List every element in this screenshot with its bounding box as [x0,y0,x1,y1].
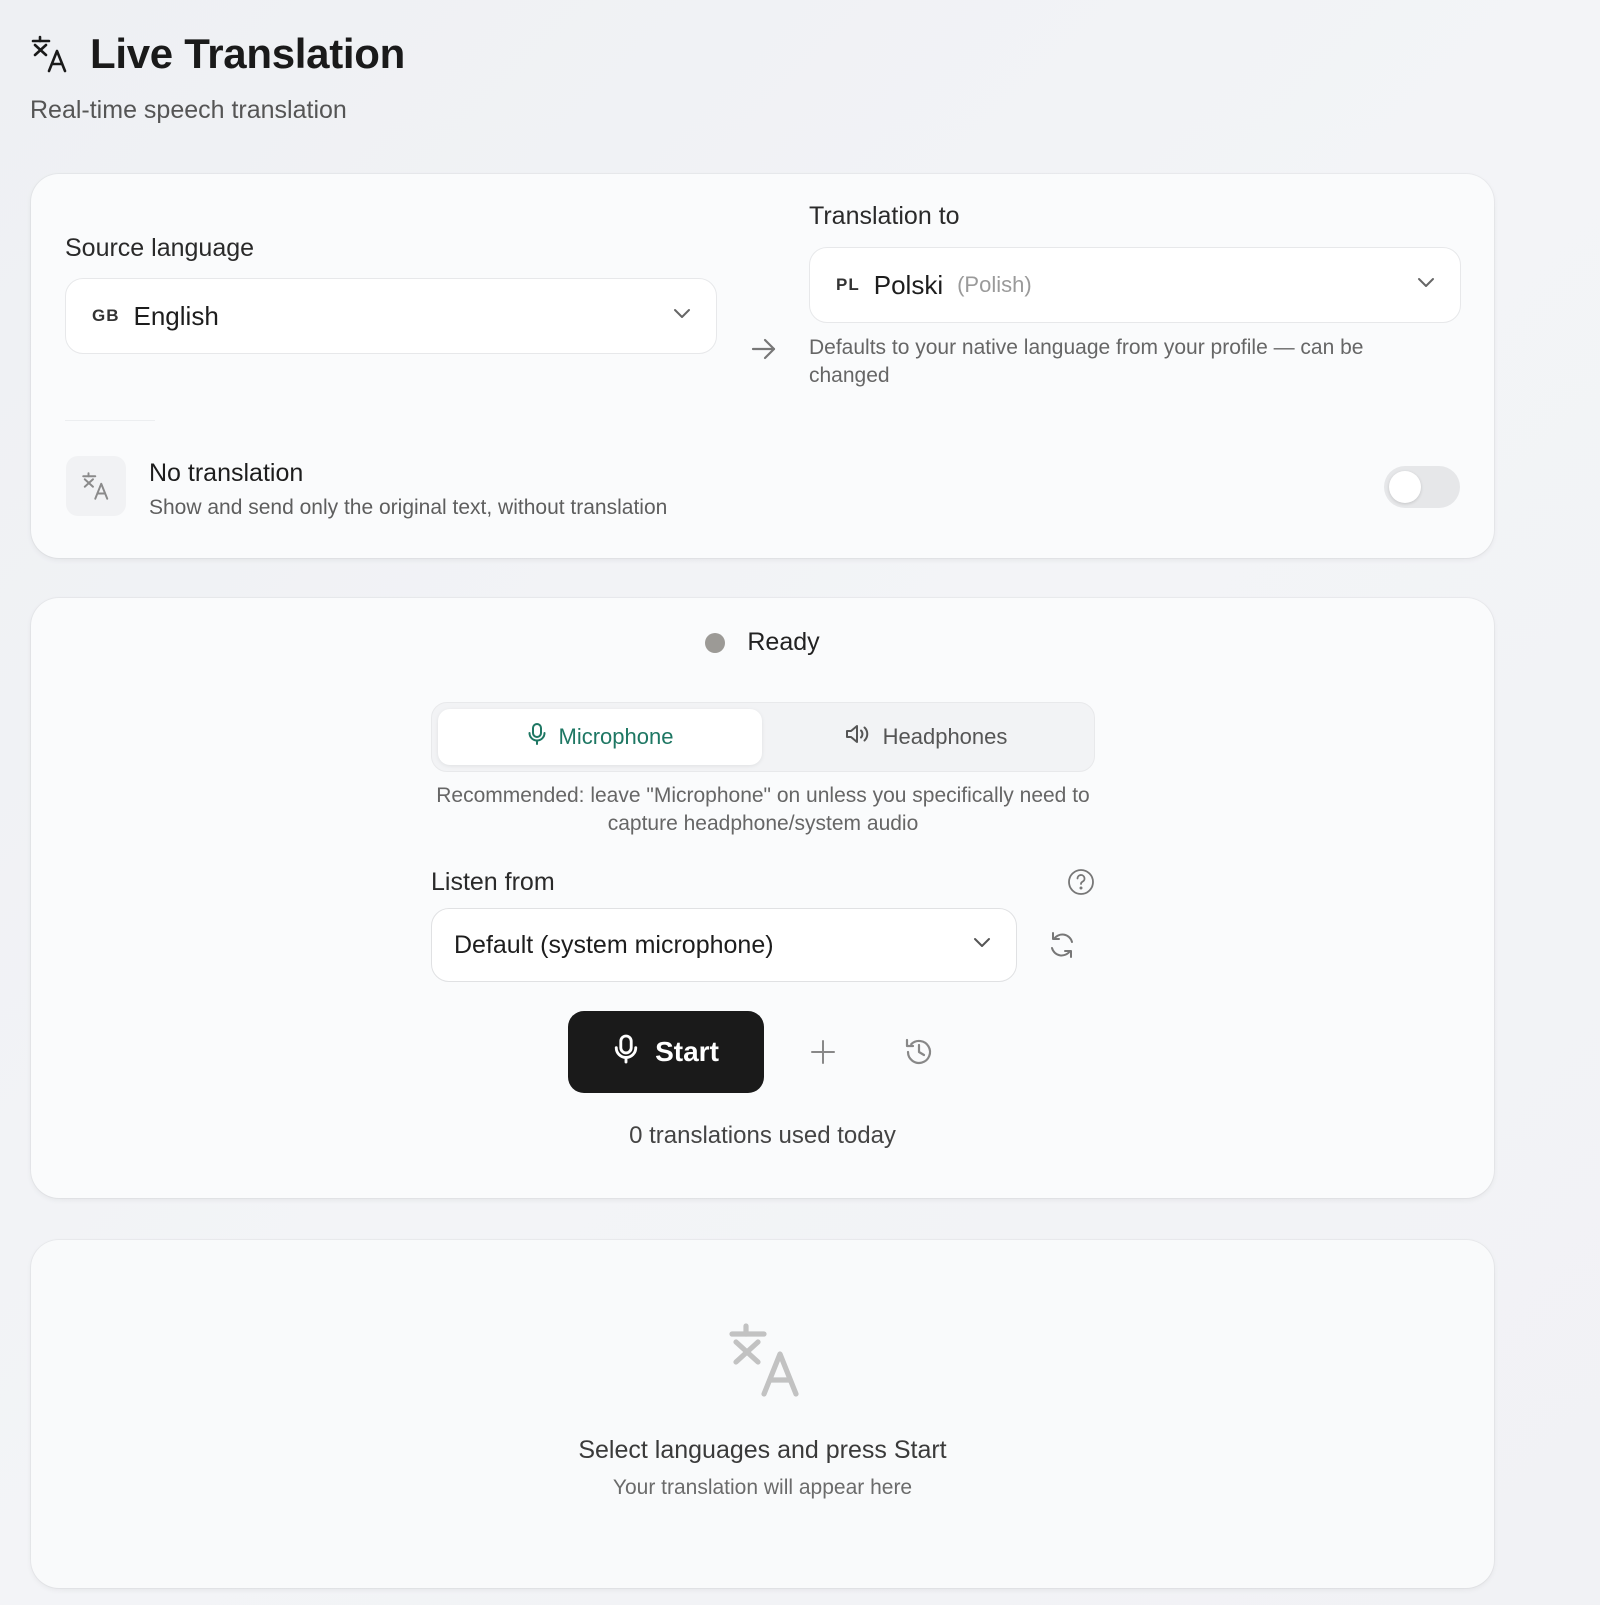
source-language-name: English [133,300,219,331]
empty-state-subtitle: Your translation will appear here [612,1476,913,1499]
usage-counter: 0 translations used today [629,1122,896,1149]
microphone-icon [613,1033,639,1072]
headphones-mode-label: Headphones [882,724,1008,749]
status-dot [705,632,726,653]
audio-source-recommendation: Recommended: leave "Microphone" on unles… [436,784,1090,835]
source-language-code: GB [92,306,120,325]
target-language-native-name: (Polish) [957,272,1032,297]
speaker-icon [845,723,871,751]
no-translation-description: Show and send only the original text, wi… [149,496,668,519]
translate-icon [726,1320,806,1405]
no-translation-title: No translation [149,459,304,487]
microphone-mode-button[interactable]: Microphone [438,709,762,765]
source-language-select[interactable]: GB English [65,278,717,354]
translate-icon [66,456,126,516]
chevron-down-icon [672,307,692,325]
target-language-code: PL [836,275,860,294]
start-button[interactable]: Start [568,1011,764,1093]
target-language-name: Polski [873,269,944,300]
history-icon[interactable] [903,1036,935,1073]
divider [65,420,155,421]
target-language-label: Translation to [809,202,960,230]
translate-icon [30,34,70,74]
microphone-icon [527,722,547,752]
page-title: Live Translation [90,30,405,77]
arrow-right-icon [749,334,779,369]
microphone-mode-label: Microphone [558,724,674,749]
chevron-down-icon [972,936,992,954]
source-language-label: Source language [65,234,255,262]
toggle-knob [1389,471,1421,503]
page-subtitle: Real-time speech translation [30,96,347,124]
status-indicator: Ready [31,628,1494,657]
translation-output-card: Select languages and press Start Your tr… [31,1240,1494,1588]
session-card: Ready Microphone Headphones Recommended:… [31,598,1494,1198]
headphones-mode-button[interactable]: Headphones [764,709,1088,765]
listen-from-label: Listen from [431,868,555,896]
no-translation-toggle[interactable] [1384,466,1460,508]
empty-state-title: Select languages and press Start [578,1436,947,1464]
target-language-select[interactable]: PL Polski (Polish) [809,247,1461,323]
chevron-down-icon [1416,276,1436,294]
target-language-hint: Defaults to your native language from yo… [809,336,1364,387]
refresh-icon[interactable] [1047,930,1077,965]
audio-source-toggle: Microphone Headphones [431,702,1095,772]
page-header: Live Translation Real-time speech transl… [30,30,405,125]
plus-icon[interactable] [809,1038,837,1071]
status-text: Ready [747,628,820,656]
input-device-value: Default (system microphone) [454,930,774,959]
help-icon[interactable] [1067,868,1095,901]
input-device-select[interactable]: Default (system microphone) [431,908,1017,982]
language-settings-card: Source language GB English Translation t… [31,174,1494,558]
start-button-label: Start [655,1036,719,1067]
